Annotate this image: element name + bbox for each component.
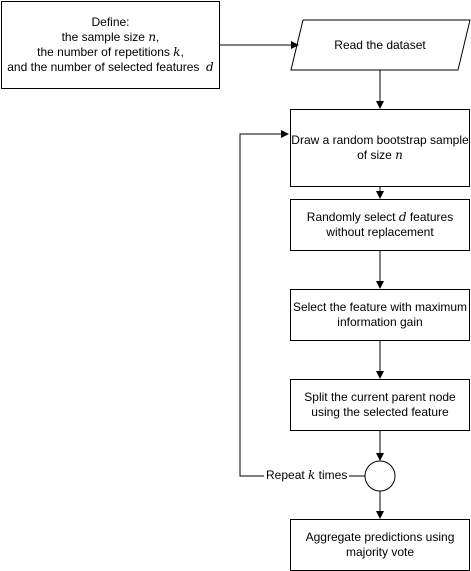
loop-merge-circle	[364, 460, 396, 492]
read-dataset-label: Read the dataset	[290, 20, 470, 70]
label-text: Draw a random bootstrap sample	[291, 133, 469, 147]
label-text: Aggregate predictions using	[305, 530, 455, 544]
define-parameters-box: Define: the sample size n, the number of r…	[1, 1, 220, 89]
bootstrap-line: Draw a random bootstrap sample	[291, 133, 468, 148]
label-text: the sample size	[61, 30, 149, 44]
aggregate-predictions-box: Aggregate predictions using majority vote	[290, 519, 470, 571]
math-variable: d	[398, 210, 407, 224]
max-information-gain-box: Select the feature with maximum informati…	[290, 289, 470, 341]
label-text: ,	[180, 45, 184, 59]
bootstrap-line: of size n	[357, 148, 403, 163]
aggregate-line: Aggregate predictions using	[306, 530, 455, 545]
split-line: Split the current parent node	[304, 390, 455, 405]
label-text: majority vote	[345, 545, 415, 559]
define-line: the sample size n,	[62, 30, 160, 45]
read-dataset-text: Read the dataset	[334, 38, 426, 52]
label-text: information gain	[337, 315, 423, 329]
select-features-box: Randomly select d features without replac…	[290, 199, 470, 251]
define-line: Define:	[91, 15, 129, 30]
math-variable: k	[173, 45, 181, 59]
loop-prefix: Repeat	[266, 468, 309, 482]
math-variable: n	[395, 148, 403, 162]
label-text: and the number of selected features	[7, 60, 207, 74]
select-features-line: without replacement	[326, 225, 433, 240]
bootstrap-sample-box: Draw a random bootstrap sample of size n	[290, 109, 470, 187]
label-text: the number of repetitions	[37, 45, 174, 59]
label-text: Define:	[91, 15, 130, 29]
label-text: features	[406, 210, 454, 224]
select-features-line: Randomly select d features	[307, 210, 453, 225]
label-text: Randomly select	[306, 210, 399, 224]
flowchart-canvas: Define: the sample size n, the number of r…	[0, 0, 471, 571]
split-node-box: Split the current parent node using the s…	[290, 379, 470, 431]
label-text: using the selected feature	[311, 405, 449, 419]
define-line: the number of repetitions k,	[37, 45, 184, 60]
label-text: of size	[357, 148, 396, 162]
math-variable: n	[148, 30, 157, 44]
aggregate-line: majority vote	[346, 545, 414, 560]
repeat-k-times-label: Repeat k times	[264, 468, 350, 483]
max-gain-line: information gain	[337, 315, 422, 330]
math-variable: d	[206, 60, 214, 74]
loop-suffix: times	[315, 468, 348, 482]
label-text: Select the feature with maximum	[292, 300, 468, 314]
label-text: Split the current parent node	[304, 390, 456, 404]
split-line: using the selected feature	[311, 405, 448, 420]
define-line: and the number of selected features d	[7, 60, 213, 75]
max-gain-line: Select the feature with maximum	[293, 300, 467, 315]
label-text: without replacement	[326, 225, 434, 239]
label-text: ,	[156, 30, 160, 44]
